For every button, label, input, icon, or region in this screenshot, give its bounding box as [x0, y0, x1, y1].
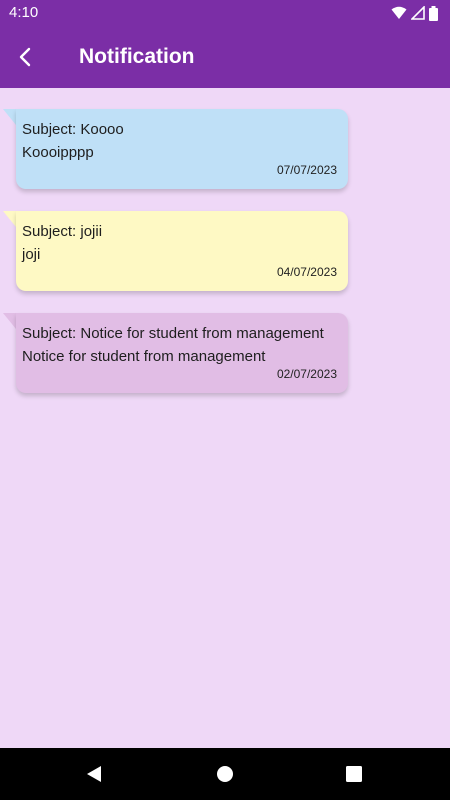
back-triangle-icon: [87, 766, 101, 782]
notification-item[interactable]: Subject: Koooo Koooipppp 07/07/2023: [0, 109, 360, 189]
notification-date: 07/07/2023: [276, 163, 337, 177]
notification-item[interactable]: Subject: Notice for student from managem…: [0, 313, 360, 393]
back-button[interactable]: [8, 39, 44, 75]
page-title: Notification: [79, 45, 195, 68]
notification-subject: Subject: jojii: [22, 223, 103, 240]
notification-body: joji: [22, 246, 41, 263]
notification-body: Koooipppp: [22, 144, 94, 161]
status-bar: 4:10: [0, 0, 450, 26]
notification-date: 02/07/2023: [276, 367, 337, 381]
wifi-icon: [391, 6, 407, 19]
notification-item[interactable]: Subject: jojii joji 04/07/2023: [0, 211, 360, 291]
nav-home-button[interactable]: [209, 758, 241, 790]
recents-square-icon: [346, 766, 362, 782]
notification-body: Notice for student from management: [22, 348, 266, 365]
nav-recents-button[interactable]: [338, 758, 370, 790]
notification-card[interactable]: Subject: jojii joji 04/07/2023: [16, 211, 348, 291]
status-icons: [391, 5, 438, 21]
status-time: 4:10: [9, 4, 39, 21]
signal-icon: [411, 6, 425, 20]
notification-card[interactable]: Subject: Koooo Koooipppp 07/07/2023: [16, 109, 348, 189]
notification-subject: Subject: Notice for student from managem…: [22, 325, 324, 342]
home-circle-icon: [217, 766, 233, 782]
notification-subject: Subject: Koooo: [22, 121, 124, 138]
app-bar: Notification: [0, 26, 450, 88]
nav-back-button[interactable]: [78, 758, 110, 790]
chevron-left-icon: [19, 47, 31, 67]
notification-card[interactable]: Subject: Notice for student from managem…: [16, 313, 348, 393]
notification-date: 04/07/2023: [276, 265, 337, 279]
system-nav-bar: [0, 748, 450, 800]
battery-icon: [429, 5, 438, 21]
